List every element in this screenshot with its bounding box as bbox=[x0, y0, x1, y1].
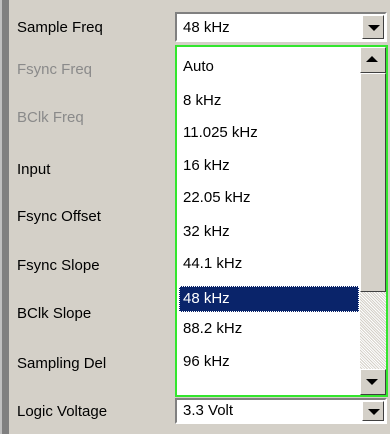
chevron-down-icon bbox=[368, 409, 380, 415]
option-22-05-khz[interactable]: 22.05 kHz bbox=[179, 184, 359, 212]
label-bclk-freq: BClk Freq bbox=[17, 109, 84, 126]
chevron-down-icon bbox=[366, 379, 378, 385]
option-96-khz[interactable]: 96 kHz bbox=[179, 348, 359, 376]
option-48-khz-label: 48 kHz bbox=[183, 290, 230, 307]
label-fsync-freq: Fsync Freq bbox=[17, 61, 93, 78]
sample-freq-value: 48 kHz bbox=[183, 19, 230, 36]
sample-freq-dropdown-button[interactable] bbox=[362, 15, 384, 39]
option-88-2-khz[interactable]: 88.2 kHz bbox=[179, 315, 359, 343]
logic-voltage-dropdown-button[interactable] bbox=[362, 401, 384, 421]
option-8-khz[interactable]: 8 kHz bbox=[179, 87, 359, 115]
logic-voltage-select[interactable]: 3.3 Volt bbox=[175, 398, 387, 424]
scroll-down-button[interactable] bbox=[360, 369, 386, 395]
sample-freq-options-list[interactable]: Auto 8 kHz 11.025 kHz 16 kHz 22.05 kHz 3… bbox=[175, 45, 388, 397]
label-logic-voltage: Logic Voltage bbox=[17, 403, 108, 420]
option-44-1-khz[interactable]: 44.1 kHz bbox=[179, 250, 359, 278]
options-scrollbar[interactable] bbox=[360, 47, 386, 395]
sample-freq-select[interactable]: 48 kHz bbox=[175, 12, 387, 42]
scrollbar-track[interactable] bbox=[360, 292, 386, 372]
option-16-khz[interactable]: 16 kHz bbox=[179, 152, 359, 180]
label-sample-freq: Sample Freq bbox=[17, 19, 103, 36]
scrollbar-thumb[interactable] bbox=[360, 73, 386, 292]
label-input: Input bbox=[17, 161, 51, 178]
panel-left-border bbox=[0, 0, 9, 434]
label-bclk-slope: BClk Slope bbox=[17, 305, 92, 322]
option-48-khz-selected[interactable]: 48 kHz bbox=[179, 286, 359, 312]
option-11-025-khz[interactable]: 11.025 kHz bbox=[179, 119, 359, 147]
option-32-khz[interactable]: 32 kHz bbox=[179, 218, 359, 246]
option-auto[interactable]: Auto bbox=[179, 53, 359, 81]
label-sampling-del: Sampling Del bbox=[17, 355, 107, 372]
scroll-up-button[interactable] bbox=[360, 47, 386, 73]
label-fsync-slope: Fsync Slope bbox=[17, 257, 100, 274]
chevron-down-icon bbox=[368, 25, 380, 31]
chevron-up-icon bbox=[366, 56, 378, 62]
label-fsync-offset: Fsync Offset bbox=[17, 208, 101, 225]
logic-voltage-value: 3.3 Volt bbox=[183, 402, 234, 419]
